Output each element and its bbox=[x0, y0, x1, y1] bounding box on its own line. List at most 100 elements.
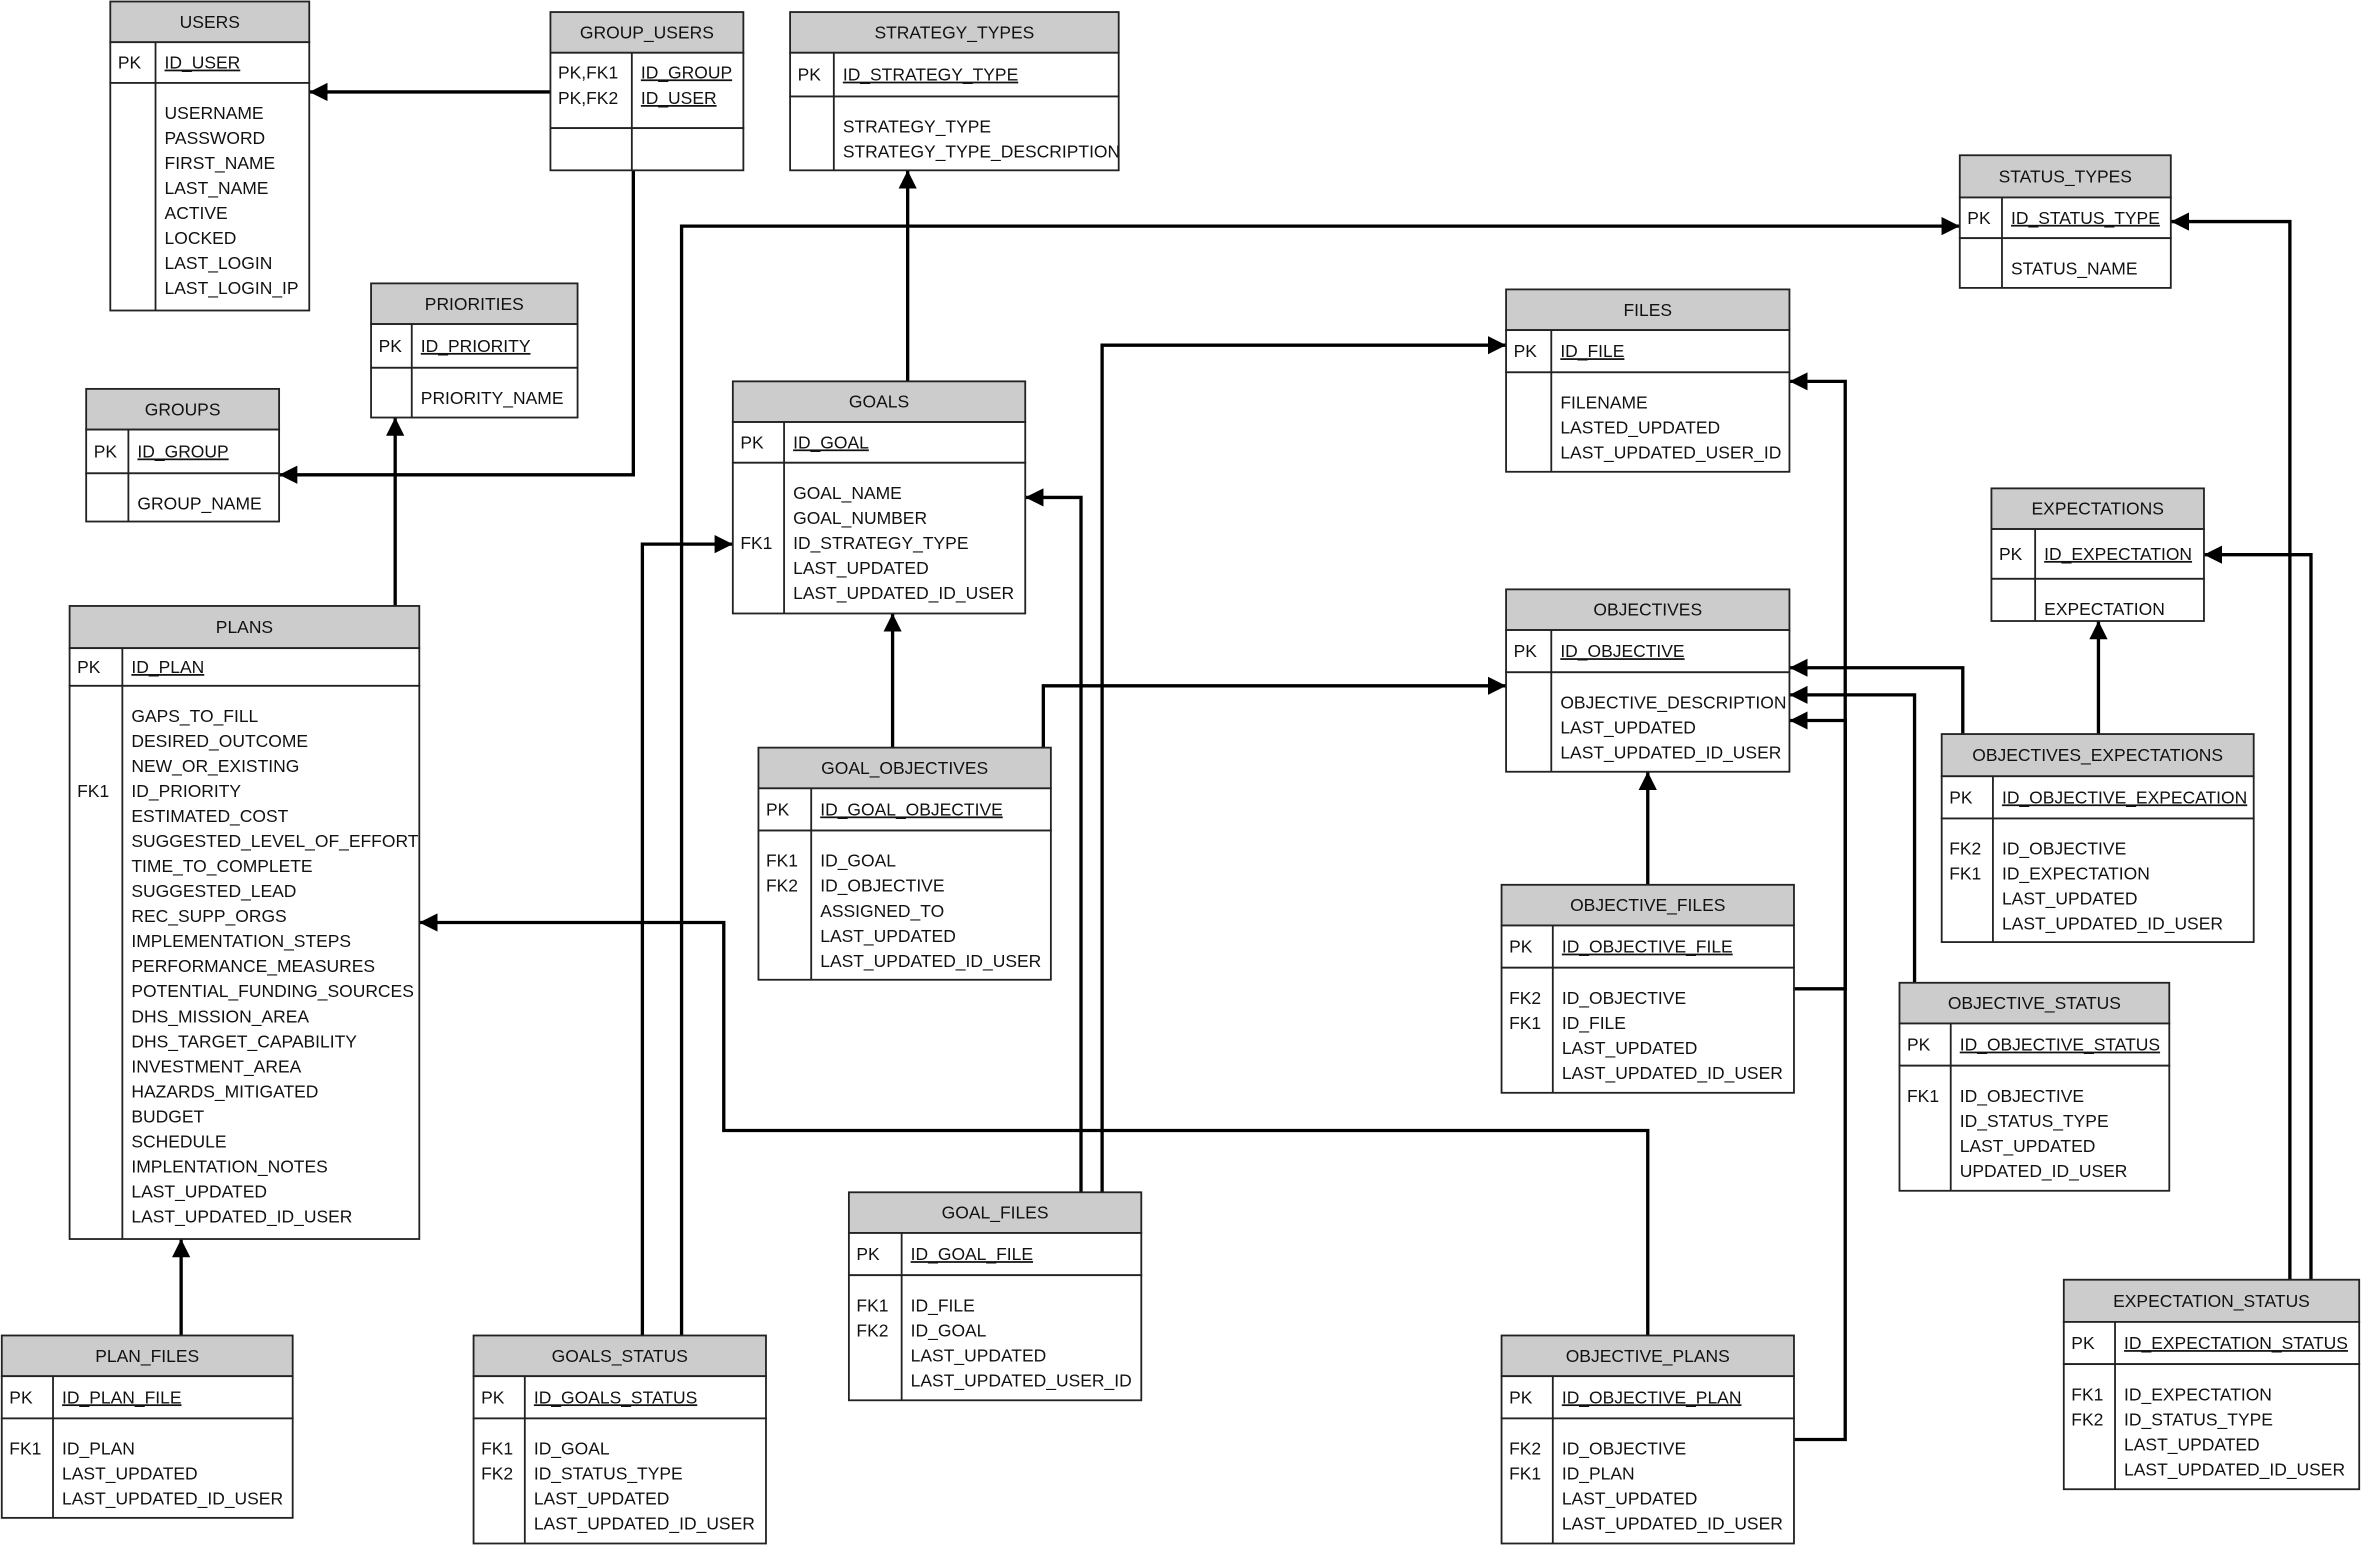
field: NEW_OR_EXISTING bbox=[131, 756, 299, 777]
table-status-types[interactable]: STATUS_TYPES PK ID_STATUS_TYPE STATUS_NAME bbox=[1958, 154, 2172, 289]
field: PERFORMANCE_MEASURES bbox=[131, 956, 375, 977]
primary-key-field: ID_EXPECTATION_STATUS bbox=[2124, 1333, 2348, 1354]
field: OBJECTIVE_DESCRIPTION bbox=[1560, 692, 1786, 713]
primary-key-field: ID_GOALS_STATUS bbox=[534, 1387, 697, 1408]
key-label: PK bbox=[1514, 341, 1538, 361]
key-label: FK1 bbox=[2071, 1384, 2103, 1404]
key-label: PK bbox=[1509, 937, 1533, 957]
table-objective-status[interactable]: OBJECTIVE_STATUS PK ID_OBJECTIVE_STATUS FK1… bbox=[1898, 981, 2171, 1192]
table-expectation-status[interactable]: EXPECTATION_STATUS PK ID_EXPECTATION_STATU… bbox=[2062, 1278, 2361, 1491]
table-group-users[interactable]: GROUP_USERS PK,FK1 ID_GROUP PK,FK2 ID_USER bbox=[549, 11, 745, 172]
key-label: PK bbox=[1514, 641, 1538, 661]
field: LAST_UPDATED_ID_USER bbox=[62, 1489, 283, 1510]
field: ID_GOAL bbox=[911, 1320, 987, 1341]
field: LAST_UPDATED bbox=[820, 926, 956, 947]
key-label: PK bbox=[1967, 208, 1991, 228]
field: ID_FILE bbox=[911, 1295, 975, 1316]
primary-key-field: ID_FILE bbox=[1560, 341, 1624, 362]
table-name: STATUS_TYPES bbox=[1999, 166, 2132, 187]
field: LAST_UPDATED bbox=[62, 1464, 198, 1485]
key-label: PK bbox=[766, 799, 790, 819]
table-name: EXPECTATION_STATUS bbox=[2113, 1291, 2310, 1312]
key-label: FK2 bbox=[481, 1464, 513, 1484]
field: TIME_TO_COMPLETE bbox=[131, 856, 312, 877]
primary-key-field: ID_OBJECTIVE bbox=[1560, 641, 1684, 662]
primary-key-field: ID_STATUS_TYPE bbox=[2011, 208, 2160, 229]
primary-key-field: ID_PLAN_FILE bbox=[62, 1387, 181, 1408]
field: LAST_UPDATED bbox=[131, 1181, 267, 1202]
field: STATUS_NAME bbox=[2011, 258, 2138, 279]
key-label: FK2 bbox=[766, 876, 798, 896]
primary-key-field: ID_OBJECTIVE_EXPECATION bbox=[2002, 787, 2247, 808]
key-label: FK2 bbox=[856, 1320, 888, 1340]
field: BUDGET bbox=[131, 1106, 204, 1126]
key-label: PK,FK1 bbox=[558, 62, 618, 82]
key-label: PK bbox=[1509, 1387, 1533, 1407]
relationship-objective_plans-to-objectives bbox=[1789, 711, 1847, 1442]
table-priorities[interactable]: PRIORITIES PK ID_PRIORITY PRIORITY_NAME bbox=[370, 282, 579, 419]
field: DESIRED_OUTCOME bbox=[131, 731, 308, 752]
field: ID_STATUS_TYPE bbox=[2124, 1409, 2273, 1430]
key-label: PK bbox=[2071, 1333, 2095, 1353]
key-label: PK bbox=[118, 53, 142, 73]
field: SUGGESTED_LEVEL_OF_EFFORT bbox=[131, 831, 418, 852]
table-name: GROUPS bbox=[145, 399, 221, 419]
key-label: PK bbox=[9, 1387, 33, 1407]
field: DHS_TARGET_CAPABILITY bbox=[131, 1031, 357, 1052]
table-users[interactable]: USERS PK ID_USER USERNAME PASSWORD FIRST_NAME… bbox=[109, 0, 311, 312]
table-name: USERS bbox=[180, 12, 240, 32]
table-goal-files[interactable]: GOAL_FILES PK ID_GOAL_FILE FK1 ID_FILE FK2 ID_… bbox=[847, 1191, 1143, 1402]
field: LAST_UPDATED bbox=[2124, 1434, 2260, 1455]
table-objectives[interactable]: OBJECTIVES PK ID_OBJECTIVE OBJECTIVE_DESCRI… bbox=[1505, 588, 1791, 773]
key-label: PK bbox=[379, 336, 403, 356]
table-groups[interactable]: GROUPS PK ID_GROUP GROUP_NAME bbox=[85, 387, 281, 523]
field: ID_PRIORITY bbox=[131, 781, 241, 802]
table-objective-plans[interactable]: OBJECTIVE_PLANS PK ID_OBJECTIVE_PLAN FK2 ID_… bbox=[1500, 1334, 1795, 1545]
key-label: FK1 bbox=[1509, 1464, 1541, 1484]
field: LAST_UPDATED_ID_USER bbox=[2002, 914, 2223, 935]
field: LAST_UPDATED bbox=[534, 1489, 670, 1510]
primary-key-field: ID_GROUP bbox=[641, 62, 732, 83]
table-name: STRATEGY_TYPES bbox=[874, 22, 1034, 43]
table-goals[interactable]: GOALS PK ID_GOAL GOAL_NAME GOAL_NUMBER FK1 ID_… bbox=[731, 380, 1027, 615]
field: LAST_UPDATED_ID_USER bbox=[1562, 1063, 1783, 1084]
field: GAPS_TO_FILL bbox=[131, 706, 258, 727]
table-plans[interactable]: PLANS PK ID_PLAN GAPS_TO_FILL DESIRED_OUTCOM… bbox=[68, 605, 421, 1240]
field: FILENAME bbox=[1560, 392, 1647, 412]
table-goals-status[interactable]: GOALS_STATUS PK ID_GOALS_STATUS FK1 ID_GOAL F… bbox=[472, 1334, 767, 1545]
field: POTENTIAL_FUNDING_SOURCES bbox=[131, 981, 413, 1002]
table-objectives-expectations[interactable]: OBJECTIVES_EXPECTATIONS PK ID_OBJECTIVE_EX… bbox=[1940, 733, 2255, 943]
field: LAST_UPDATED_ID_USER bbox=[820, 951, 1041, 972]
table-name: PLAN_FILES bbox=[95, 1346, 199, 1367]
field: STRATEGY_TYPE bbox=[843, 117, 991, 138]
field: IMPLEMENTATION_STEPS bbox=[131, 931, 351, 952]
field: PRIORITY_NAME bbox=[421, 388, 564, 409]
field: ID_OBJECTIVE bbox=[1960, 1086, 2084, 1107]
field: ESTIMATED_COST bbox=[131, 806, 288, 827]
key-label: FK1 bbox=[9, 1439, 41, 1459]
table-strategy-types[interactable]: STRATEGY_TYPES PK ID_STRATEGY_TYPE STRATEGY… bbox=[789, 11, 1120, 172]
primary-key-field: ID_USER bbox=[165, 53, 241, 74]
key-label: FK1 bbox=[77, 781, 109, 801]
field: LAST_UPDATED bbox=[1562, 1038, 1698, 1059]
primary-key-field: ID_OBJECTIVE_PLAN bbox=[1562, 1387, 1742, 1408]
primary-key-field: ID_GOAL bbox=[793, 432, 869, 453]
table-plan-files[interactable]: PLAN_FILES PK ID_PLAN_FILE FK1 ID_PLAN LAST_U… bbox=[0, 1334, 294, 1519]
table-name: FILES bbox=[1623, 300, 1672, 320]
table-name: OBJECTIVE_PLANS bbox=[1566, 1346, 1730, 1367]
table-name: OBJECTIVES bbox=[1593, 600, 1702, 620]
pk-section bbox=[731, 421, 1027, 464]
table-objective-files[interactable]: OBJECTIVE_FILES PK ID_OBJECTIVE_FILE FK2 ID_… bbox=[1500, 883, 1795, 1094]
table-expectations[interactable]: EXPECTATIONS PK ID_EXPECTATION EXPECTATION bbox=[1990, 487, 2205, 622]
field: INVESTMENT_AREA bbox=[131, 1056, 301, 1077]
field: LAST_UPDATED bbox=[1562, 1489, 1698, 1510]
field: ID_EXPECTATION bbox=[2124, 1384, 2272, 1405]
table-files[interactable]: FILES PK ID_FILE FILENAME LASTED_UPDATED LAST… bbox=[1505, 288, 1791, 473]
key-label: FK1 bbox=[1509, 1013, 1541, 1033]
table-goal-objectives[interactable]: GOAL_OBJECTIVES PK ID_GOAL_OBJECTIVE FK1 ID_… bbox=[757, 746, 1052, 981]
field: LAST_UPDATED_ID_USER bbox=[1560, 742, 1781, 763]
field: LAST_UPDATED_ID_USER bbox=[131, 1206, 352, 1227]
field: LOCKED bbox=[165, 228, 237, 248]
primary-key-field: ID_STRATEGY_TYPE bbox=[843, 65, 1018, 86]
key-label: FK2 bbox=[1509, 988, 1541, 1008]
